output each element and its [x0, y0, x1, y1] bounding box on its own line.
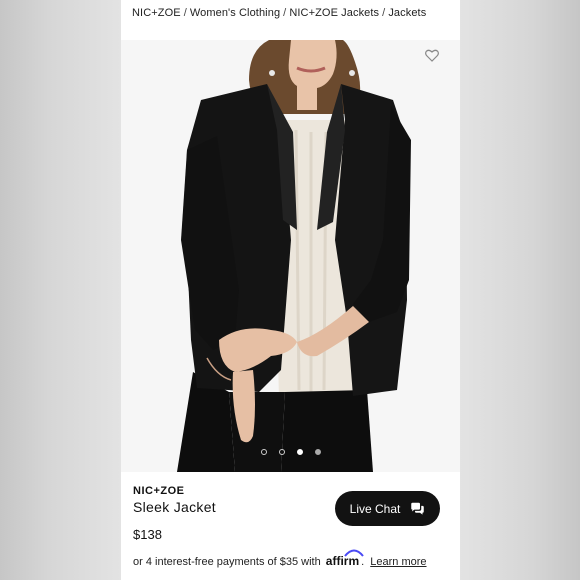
breadcrumb-item-brand[interactable]: NIC+ZOE	[132, 7, 181, 19]
image-carousel-dots	[121, 449, 460, 455]
learn-more-link[interactable]: Learn more	[370, 556, 426, 568]
breadcrumb-item-womens-clothing[interactable]: Women's Clothing	[190, 7, 280, 19]
affirm-installments: or 4 interest-free payments of $35 with …	[133, 549, 427, 568]
breadcrumb-item-brand-jackets[interactable]: NIC+ZOE Jackets	[289, 7, 379, 19]
breadcrumb-item-jackets[interactable]: Jackets	[388, 7, 426, 19]
chat-bubbles-icon	[411, 502, 425, 515]
breadcrumb: NIC+ZOE / Women's Clothing / NIC+ZOE Jackets…	[132, 7, 456, 19]
carousel-dot-4[interactable]	[314, 449, 321, 455]
installments-text: or 4 interest-free payments of $35 with	[133, 556, 321, 568]
product-brand[interactable]: NIC+ZOE	[133, 485, 184, 497]
live-chat-label: Live Chat	[349, 501, 401, 516]
product-image[interactable]	[121, 40, 460, 472]
breadcrumb-separator: /	[283, 7, 287, 19]
carousel-dot-2[interactable]	[278, 449, 285, 455]
breadcrumb-separator: /	[183, 7, 187, 19]
live-chat-button[interactable]: Live Chat	[335, 491, 440, 526]
breadcrumb-separator: /	[382, 7, 386, 19]
product-price: $138	[133, 527, 162, 542]
heart-outline-icon[interactable]	[424, 47, 440, 63]
carousel-dot-3[interactable]	[296, 449, 303, 455]
installments-period: .	[361, 556, 365, 568]
carousel-dot-1[interactable]	[260, 449, 267, 455]
background-left	[0, 0, 121, 580]
background-right	[460, 0, 580, 580]
affirm-arc-icon	[344, 549, 364, 557]
product-name: Sleek Jacket	[133, 499, 216, 515]
affirm-logo: affirm	[326, 549, 364, 568]
